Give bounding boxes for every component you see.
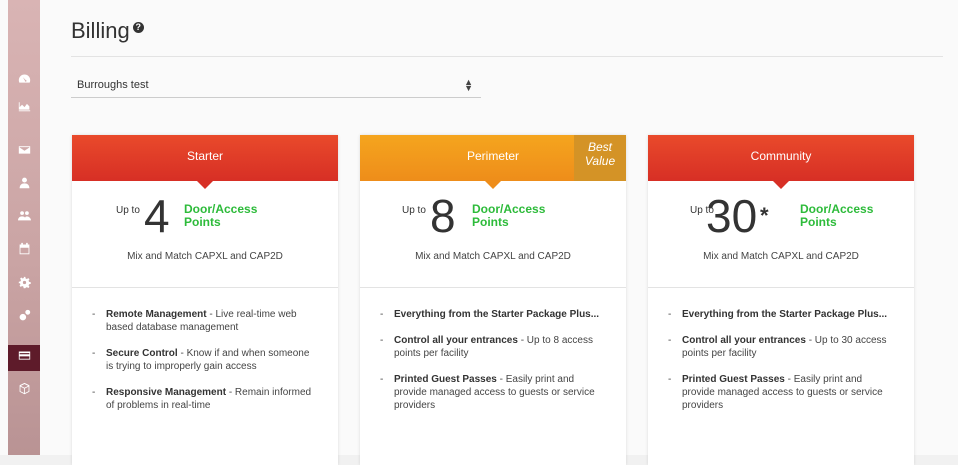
calendar-icon bbox=[18, 242, 31, 260]
plan-header[interactable]: Perimeter Best Value bbox=[360, 135, 626, 189]
plan-header[interactable]: Starter bbox=[72, 135, 338, 189]
plan-name: Community bbox=[750, 149, 812, 163]
plan-card-perimeter: Perimeter Best Value Up to 8 Door/Access… bbox=[360, 135, 626, 465]
plan-card-starter: Starter Up to 4 Door/Access Points Mix an… bbox=[72, 135, 338, 465]
sidebar-item-reports[interactable] bbox=[8, 95, 40, 121]
help-icon[interactable]: ? bbox=[132, 22, 144, 33]
cube-icon bbox=[18, 382, 31, 400]
site-select-value: Burroughs test bbox=[77, 79, 149, 91]
feature-title: Everything from the Starter Package Plus… bbox=[394, 309, 600, 320]
capacity-unit-line2: Points bbox=[472, 215, 509, 229]
capacity-unit-line2: Points bbox=[800, 215, 837, 229]
card-divider bbox=[648, 287, 914, 288]
sidebar-item-settings[interactable] bbox=[8, 272, 40, 298]
app-frame: Billing? Burroughs test ▲ ▼ Starter Up to… bbox=[0, 0, 958, 465]
feature-title: Everything from the Starter Package Plus… bbox=[682, 309, 888, 320]
main-content: Billing? Burroughs test ▲ ▼ Starter Up to… bbox=[40, 0, 958, 465]
plan-header[interactable]: Community bbox=[648, 135, 914, 189]
feature-title: Secure Control bbox=[106, 348, 178, 359]
feature-item: - Printed Guest Passes - Easily print and… bbox=[380, 374, 595, 411]
feature-item: - Everything from the Starter Package Plu… bbox=[380, 309, 600, 320]
site-select[interactable]: Burroughs test ▲ ▼ bbox=[71, 74, 481, 98]
dashboard-icon bbox=[18, 72, 31, 90]
feature-list: - Everything from the Starter Package Plu… bbox=[668, 308, 894, 425]
plan-name: Starter bbox=[186, 149, 223, 163]
capacity-count: 4 bbox=[144, 190, 170, 242]
feature-title: Remote Management bbox=[106, 309, 207, 320]
plan-mix-text: Mix and Match CAPXL and CAP2D bbox=[703, 251, 859, 262]
feature-item: - Secure Control - Know if and when someo… bbox=[92, 348, 310, 372]
feature-item: - Remote Management - Live real-time web … bbox=[92, 309, 297, 333]
feature-item: - Control all your entrances - Up to 8 ac… bbox=[380, 335, 593, 359]
page-title-text: Billing bbox=[71, 18, 130, 43]
title-divider bbox=[71, 56, 943, 57]
feature-list: - Remote Management - Live real-time web … bbox=[92, 308, 318, 425]
card-divider bbox=[360, 287, 626, 288]
header-notch bbox=[485, 181, 501, 189]
sidebar-item-billing[interactable] bbox=[8, 345, 40, 371]
best-value-badge: Best Value bbox=[574, 135, 626, 181]
sidebar-item-dashboard[interactable] bbox=[8, 68, 40, 94]
sidebar-item-advanced[interactable] bbox=[8, 305, 40, 331]
user-icon bbox=[18, 176, 31, 194]
feature-title: Printed Guest Passes bbox=[682, 374, 785, 385]
gears-icon bbox=[18, 309, 31, 327]
credit-card-icon bbox=[18, 349, 31, 367]
sidebar-item-user[interactable] bbox=[8, 172, 40, 198]
plan-mix-text: Mix and Match CAPXL and CAP2D bbox=[415, 251, 571, 262]
card-divider bbox=[72, 287, 338, 288]
sidebar-item-products[interactable] bbox=[8, 378, 40, 404]
sidebar-item-messages[interactable] bbox=[8, 139, 40, 165]
capacity-unit-line2: Points bbox=[184, 215, 221, 229]
capacity-unit: Door/Access Points bbox=[800, 203, 873, 229]
header-notch bbox=[773, 181, 789, 189]
feature-title: Printed Guest Passes bbox=[394, 374, 497, 385]
capacity-count: 8 bbox=[430, 190, 456, 242]
page-title: Billing? bbox=[71, 18, 144, 44]
users-icon bbox=[17, 209, 31, 227]
feature-item: - Control all your entrances - Up to 30 a… bbox=[668, 335, 887, 359]
sidebar bbox=[8, 0, 40, 455]
capacity-upto: Up to bbox=[116, 205, 140, 216]
sidebar-item-users[interactable] bbox=[8, 205, 40, 231]
area-chart-icon bbox=[18, 99, 31, 117]
capacity-unit: Door/Access Points bbox=[184, 203, 257, 229]
feature-item: - Printed Guest Passes - Easily print and… bbox=[668, 374, 883, 411]
capacity-asterisk: * bbox=[760, 203, 769, 228]
feature-item: - Everything from the Starter Package Plu… bbox=[668, 309, 888, 320]
capacity-unit: Door/Access Points bbox=[472, 203, 545, 229]
plan-capacity: Up to 4 Door/Access Points bbox=[72, 193, 338, 239]
plan-capacity: Up to 30 * Door/Access Points bbox=[648, 193, 914, 239]
feature-title: Responsive Management bbox=[106, 387, 227, 398]
select-arrows-icon: ▲ ▼ bbox=[464, 77, 473, 93]
plan-capacity: Up to 8 Door/Access Points bbox=[360, 193, 626, 239]
plan-mix-text: Mix and Match CAPXL and CAP2D bbox=[127, 251, 283, 262]
header-notch bbox=[197, 181, 213, 189]
capacity-upto: Up to bbox=[402, 205, 426, 216]
plan-name: Perimeter bbox=[466, 149, 519, 163]
envelope-icon bbox=[18, 143, 31, 161]
feature-title: Control all your entrances bbox=[394, 335, 518, 346]
capacity-unit-line1: Door/Access bbox=[184, 202, 258, 216]
capacity-unit-line1: Door/Access bbox=[472, 202, 546, 216]
feature-list: - Everything from the Starter Package Plu… bbox=[380, 308, 606, 425]
gear-icon bbox=[18, 276, 31, 294]
feature-title: Control all your entrances bbox=[682, 335, 806, 346]
plan-card-community: Community Up to 30 * Door/Access Points M… bbox=[648, 135, 914, 465]
capacity-count: 30 bbox=[706, 190, 758, 242]
sidebar-item-calendar[interactable] bbox=[8, 238, 40, 264]
feature-item: - Responsive Management - Remain informed… bbox=[92, 387, 312, 411]
capacity-unit-line1: Door/Access bbox=[800, 202, 874, 216]
